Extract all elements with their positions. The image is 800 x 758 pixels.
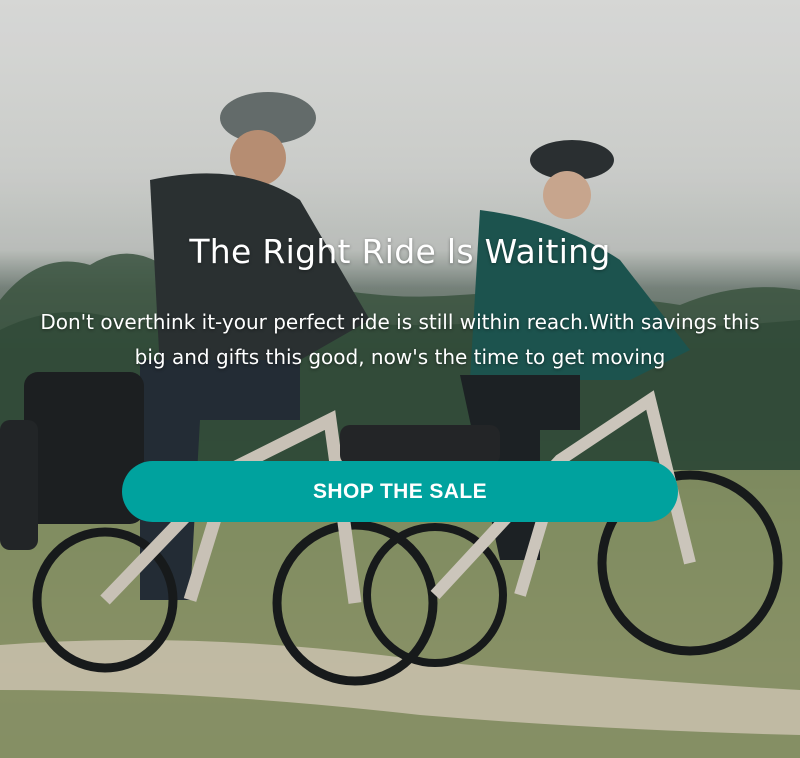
hero-subtext: Don't overthink it-your perfect ride is …: [40, 310, 760, 369]
hero-headline: The Right Ride ls Waiting: [189, 232, 611, 271]
hero-banner: The Right Ride ls Waiting Don't overthin…: [0, 0, 800, 758]
hero-background-photo: [0, 0, 800, 758]
shop-the-sale-button[interactable]: SHOP THE SALE: [122, 461, 678, 522]
